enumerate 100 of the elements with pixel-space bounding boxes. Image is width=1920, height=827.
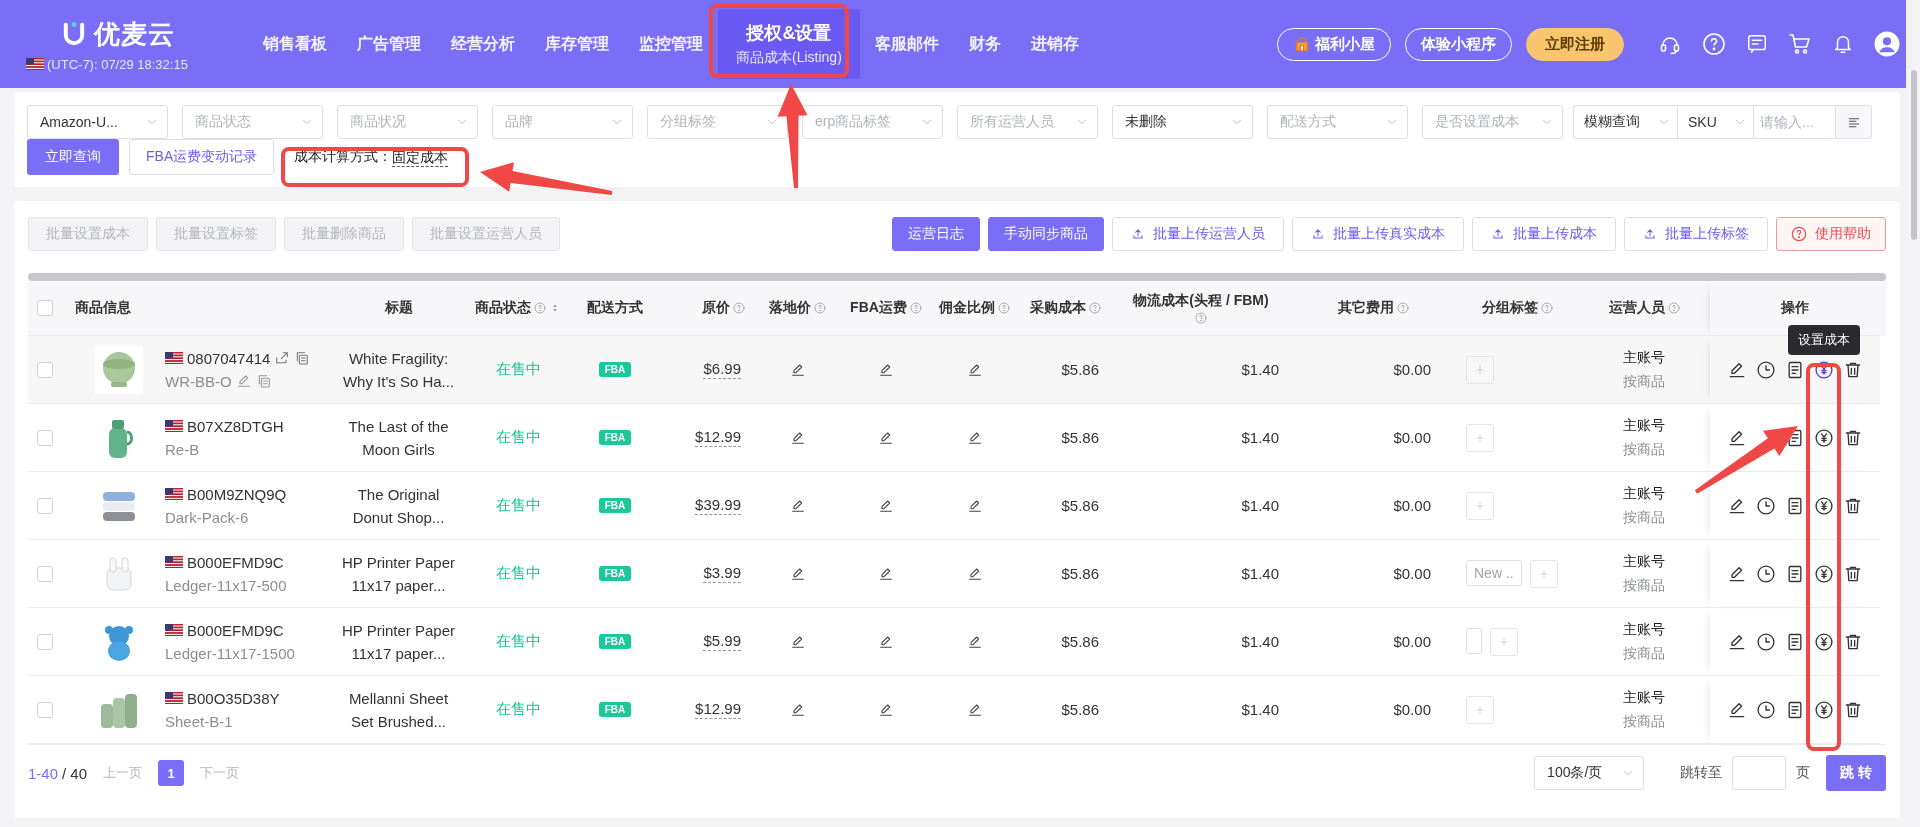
- message-icon[interactable]: [1746, 33, 1768, 55]
- pencil-icon[interactable]: [789, 429, 806, 446]
- price-value[interactable]: $3.99: [703, 564, 741, 583]
- header-button[interactable]: 立即注册: [1526, 27, 1624, 61]
- toolbar-button[interactable]: 批量上传运营人员: [1112, 217, 1284, 251]
- select-field[interactable]: 品牌: [492, 105, 633, 139]
- clock-icon[interactable]: [1756, 699, 1776, 720]
- pencil-icon[interactable]: [878, 361, 894, 378]
- select-field[interactable]: 分组标签: [647, 105, 788, 139]
- pencil-icon[interactable]: [878, 497, 894, 514]
- checkbox[interactable]: [37, 300, 53, 316]
- nav-tab[interactable]: 经营分析: [436, 9, 530, 79]
- yen-icon[interactable]: [1814, 699, 1834, 720]
- column-header: 运营人员: [1608, 299, 1665, 317]
- checkbox[interactable]: [37, 565, 53, 582]
- select-field[interactable]: 未删除: [1112, 105, 1253, 139]
- toolbar-button[interactable]: 批量上传成本: [1472, 217, 1616, 251]
- pencil-icon[interactable]: [878, 565, 894, 582]
- yen-icon[interactable]: [1814, 359, 1834, 380]
- checkbox[interactable]: [37, 429, 53, 446]
- share-icon[interactable]: [274, 350, 291, 366]
- upload-icon: [1311, 227, 1325, 241]
- copy-icon[interactable]: [294, 350, 311, 366]
- clock-icon[interactable]: [1756, 563, 1776, 584]
- nav-tab[interactable]: 广告管理: [342, 9, 436, 79]
- cost-value: $1.40: [1241, 701, 1279, 718]
- checkbox[interactable]: [37, 361, 53, 378]
- jump-button[interactable]: 跳 转: [1826, 755, 1886, 791]
- scrollbar[interactable]: [28, 273, 1886, 281]
- price-value[interactable]: $5.99: [703, 632, 741, 651]
- cost-method-value[interactable]: 固定成本: [392, 147, 449, 167]
- pencil-icon[interactable]: [966, 633, 983, 650]
- nav-tab[interactable]: 库存管理: [530, 9, 624, 79]
- toolbar-button[interactable]: 手动同步商品: [988, 217, 1104, 251]
- nav-tab[interactable]: 授权&设置 商品成本(Listing): [718, 9, 860, 79]
- toolbar-button[interactable]: 批量上传标签: [1624, 217, 1768, 251]
- select-field[interactable]: 商品状态: [182, 105, 323, 139]
- checkbox[interactable]: [37, 633, 53, 650]
- pencil-icon[interactable]: [878, 701, 894, 718]
- pencil-icon[interactable]: [878, 633, 894, 650]
- pencil-icon[interactable]: [878, 429, 894, 446]
- upload-icon: [1491, 227, 1505, 241]
- pencil-icon[interactable]: [966, 361, 983, 378]
- scrollbar[interactable]: [1911, 70, 1917, 240]
- yen-icon[interactable]: [1814, 631, 1834, 652]
- freight-log-button[interactable]: FBA运费变动记录: [129, 139, 275, 175]
- operator-mode: 按商品: [1623, 712, 1665, 731]
- nav-tab[interactable]: 客服邮件: [859, 9, 954, 79]
- select-field[interactable]: erp商品标签: [802, 105, 943, 139]
- select-field[interactable]: 配送方式: [1267, 105, 1408, 139]
- cart-icon[interactable]: [1788, 32, 1812, 56]
- pencil-icon[interactable]: [789, 565, 806, 582]
- nav-tab[interactable]: 监控管理: [624, 9, 718, 79]
- help-button[interactable]: 使用帮助: [1776, 217, 1886, 251]
- page-number[interactable]: 1: [158, 760, 185, 786]
- clock-icon[interactable]: [1756, 359, 1776, 380]
- bell-icon[interactable]: [1832, 33, 1854, 55]
- nav-tab[interactable]: 财务: [953, 9, 1016, 79]
- status-text: 在售中: [495, 428, 541, 447]
- pencil-icon[interactable]: [789, 497, 806, 514]
- yen-icon[interactable]: [1814, 563, 1834, 584]
- toolbar-button[interactable]: 批量上传真实成本: [1292, 217, 1464, 251]
- pencil-icon[interactable]: [966, 565, 983, 582]
- price-value[interactable]: $39.99: [695, 496, 741, 515]
- avatar-icon[interactable]: [1874, 31, 1900, 57]
- pencil-icon[interactable]: [966, 701, 983, 718]
- pencil-icon[interactable]: [789, 701, 806, 718]
- select-field[interactable]: Amazon-U...: [27, 105, 168, 139]
- clock-icon[interactable]: [1756, 631, 1776, 652]
- price-value[interactable]: $6.99: [703, 360, 741, 379]
- group-tag[interactable]: New ..: [1466, 559, 1522, 586]
- page-input[interactable]: [1732, 756, 1787, 790]
- yen-icon[interactable]: [1814, 427, 1834, 448]
- pencil-icon[interactable]: [789, 633, 806, 650]
- search-mode-select[interactable]: 模糊查询: [1573, 105, 1677, 139]
- help-icon[interactable]: [1702, 32, 1726, 56]
- price-value[interactable]: $12.99: [695, 428, 741, 447]
- upload-icon: [1643, 227, 1657, 241]
- price-value[interactable]: $12.99: [695, 700, 741, 719]
- checkbox[interactable]: [37, 497, 53, 514]
- pencil-icon[interactable]: [966, 429, 983, 446]
- nav-tab[interactable]: 进销存: [1015, 9, 1094, 79]
- page-size-select[interactable]: 100条/页: [1534, 756, 1645, 790]
- select-field[interactable]: 商品状况: [337, 105, 478, 139]
- clock-icon[interactable]: [1756, 495, 1776, 516]
- select-field[interactable]: 所有运营人员: [957, 105, 1098, 139]
- yen-icon[interactable]: [1814, 495, 1834, 516]
- nav-tab[interactable]: 销售看板: [248, 9, 342, 79]
- checkbox[interactable]: [37, 701, 53, 718]
- pencil-icon[interactable]: [966, 497, 983, 514]
- cost-value: $0.00: [1393, 429, 1431, 446]
- column-header: 商品状态: [475, 299, 531, 317]
- query-button[interactable]: 立即查询: [27, 139, 119, 175]
- pencil-icon[interactable]: [789, 361, 806, 378]
- cost-value: $5.86: [1061, 701, 1099, 718]
- fulfillment-badge: FBA: [598, 634, 632, 649]
- operator-name: 主账号: [1623, 620, 1665, 639]
- toolbar-button[interactable]: 运营日志: [892, 217, 980, 251]
- select-field[interactable]: 是否设置成本: [1422, 105, 1563, 139]
- search-input[interactable]: 请输入...: [1753, 105, 1836, 139]
